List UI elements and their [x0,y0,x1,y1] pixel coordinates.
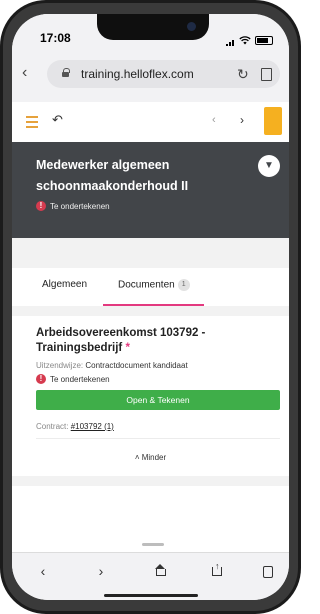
back-icon[interactable]: ‹ [32,563,54,579]
tab-algemeen[interactable]: Algemeen [42,279,87,290]
wifi-icon [239,35,251,44]
battery-icon [255,35,273,45]
toolbar-handle[interactable] [142,543,164,546]
previous-icon[interactable]: ‹ [212,114,216,126]
url-text: training.helloflex.com [81,67,194,81]
document-status-label: Te ondertekenen [50,374,110,384]
tab-bar: Algemeen Documenten 1 [12,268,289,306]
tab-documenten[interactable]: Documenten 1 [118,279,190,291]
document-title: Arbeidsovereenkomst 103792 - Trainingsbe… [36,326,276,356]
browser-toolbar: ‹ › ↑ [12,552,289,600]
header-status: ! Te ondertekenen [36,201,110,211]
spacer [12,306,289,316]
meta-value: Contractdocument kandidaat [85,361,188,370]
tab-badge: 1 [177,279,190,291]
menu-icon[interactable] [26,116,38,131]
meta-label: Uitzendwijze: [36,361,84,370]
company-logo [264,107,282,135]
document-status: ! Te ondertekenen [36,374,110,384]
spacer [12,476,289,486]
open-sign-button[interactable]: Open & Tekenen [36,390,280,410]
share-icon[interactable]: ↑ [212,561,222,576]
reload-icon[interactable]: ↻ [237,66,249,83]
collapse-label: Minder [141,453,167,462]
header-status-label: Te ondertekenen [50,201,110,211]
status-time: 17:08 [40,31,71,45]
contract-line: Contract: #103792 (1) [36,422,114,431]
app-bar: ↶ ‹ › [12,102,289,143]
forward-icon[interactable]: › [90,563,112,579]
document-title-text: Arbeidsovereenkomst 103792 - Trainingsbe… [36,327,206,354]
spacer [12,238,289,268]
expand-button[interactable]: ▼ [258,155,280,177]
bookmark-icon[interactable] [261,68,272,81]
next-icon[interactable]: › [240,113,244,127]
home-icon[interactable] [155,564,166,576]
tabs-icon[interactable] [263,566,273,578]
chevron-down-icon: ▼ [264,160,274,171]
browser-bar: ‹ training.helloflex.com ↻ [12,46,289,103]
url-bar[interactable]: training.helloflex.com ↻ [47,60,280,88]
alert-icon: ! [36,201,46,211]
document-meta: Uitzendwijze: Contractdocument kandidaat [36,361,188,370]
notch [97,14,209,40]
lock-icon [62,68,70,77]
header-panel: Medewerker algemeen schoonmaakonderhoud … [12,142,289,238]
contract-link[interactable]: #103792 (1) [71,422,114,431]
browser-back-icon[interactable]: ‹ [22,64,27,82]
camera-icon [187,22,196,31]
tab-documenten-label: Documenten [118,279,175,291]
divider [36,438,280,439]
required-mark: * [125,342,130,354]
page-title: Medewerker algemeen schoonmaakonderhoud … [36,158,189,193]
back-arrow-icon[interactable]: ↶ [52,112,63,128]
chevron-up-icon: ˄ [134,453,140,462]
alert-icon: ! [36,374,46,384]
screen: 17:08 ‹ training.helloflex.com ↻ ↶ ‹ › M… [12,14,289,600]
document-card: Arbeidsovereenkomst 103792 - Trainingsbe… [12,316,289,476]
collapse-toggle[interactable]: ˄ Minder [12,453,289,462]
home-indicator [104,594,198,597]
contract-label: Contract: [36,422,69,431]
